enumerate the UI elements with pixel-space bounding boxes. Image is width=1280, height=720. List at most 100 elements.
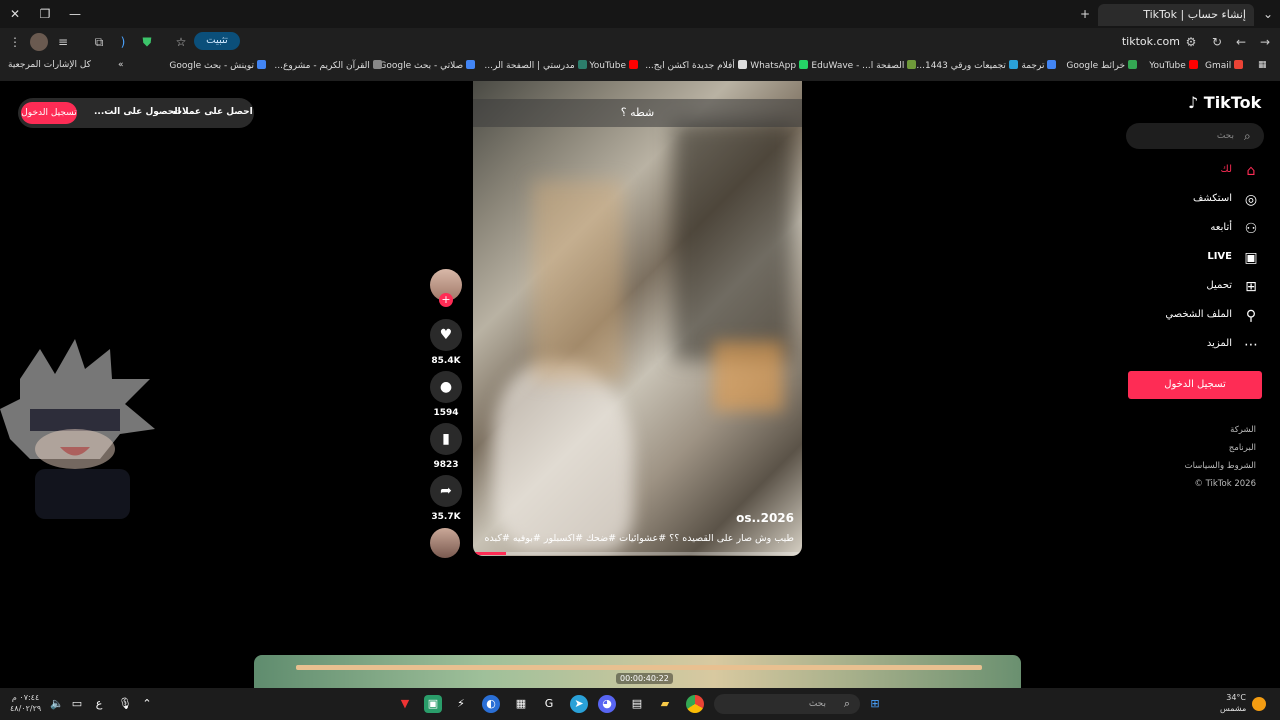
shield-icon[interactable]: ⛊: [138, 33, 156, 51]
start-icon[interactable]: ⊞: [866, 695, 884, 713]
sidebar-item-4[interactable]: ⊞ تحميل: [1130, 276, 1260, 298]
top-login-button[interactable]: تسجيل الدخول: [21, 102, 77, 124]
follow-plus-icon[interactable]: +: [439, 293, 453, 307]
forward-icon[interactable]: →: [1256, 33, 1274, 51]
sidebar-item-label: LIVE: [1207, 251, 1232, 262]
bookmark-star-icon[interactable]: ☆: [172, 33, 190, 51]
music-disc-icon[interactable]: [430, 528, 460, 558]
video-progress-bar[interactable]: [473, 552, 802, 555]
home-icon: ⌂: [1246, 163, 1256, 179]
address-bar[interactable]: tiktok.com: [1100, 35, 1180, 48]
heart-icon[interactable]: ♥: [430, 319, 462, 351]
video-progress-fill: [473, 552, 506, 555]
sidebar-item-label: استكشف: [1193, 193, 1232, 204]
minimize-window-icon[interactable]: —: [65, 4, 85, 24]
bookmark-item[interactable]: ترجمة: [1021, 60, 1057, 71]
weather-widget[interactable]: 34°C مشمس: [1220, 692, 1246, 714]
profile-avatar-icon[interactable]: [30, 33, 48, 51]
discord-icon[interactable]: ◕: [598, 695, 616, 713]
sidebar-item-2[interactable]: ⚇ أتابعه: [1130, 218, 1260, 240]
all-bookmarks[interactable]: كل الإشارات المرجعية: [8, 60, 91, 70]
menu-icon[interactable]: ⋮: [6, 33, 24, 51]
share-icon[interactable]: ➦: [430, 475, 462, 507]
system-clock[interactable]: ٠٧:٤٤ م ٤٨/٠٢/٢٩: [10, 692, 41, 714]
app-icon-3[interactable]: ⚡: [452, 695, 470, 713]
new-tab-icon[interactable]: +: [1075, 4, 1095, 24]
sidebar-item-3[interactable]: ▣ LIVE: [1130, 247, 1260, 269]
bookmark-label: توينش - بحث Google: [169, 61, 254, 71]
sidebar-item-1[interactable]: ◎ استكشف: [1130, 189, 1260, 211]
language-indicator[interactable]: ع: [90, 695, 108, 713]
sidebar-item-5[interactable]: ⚲ الملف الشخصي: [1130, 305, 1260, 327]
bookmark-item[interactable]: YouTube: [589, 60, 638, 71]
bookmark-icon[interactable]: ▮: [430, 423, 462, 455]
app-icon-4[interactable]: ◐: [482, 695, 500, 713]
search-icon[interactable]: ⌕: [1244, 129, 1251, 144]
sidebar-login-button[interactable]: تسجيل الدخول: [1128, 371, 1262, 399]
video-player[interactable]: شطه ؟ os..2026 طيب وش صار على القصيده ؟؟…: [473, 81, 802, 556]
bookmark-item[interactable]: خرائط Google: [1066, 60, 1138, 71]
apps-icon[interactable]: ▦: [1258, 60, 1267, 70]
get-coins-link[interactable]: احصل على عملات: [173, 107, 253, 117]
speaker-icon[interactable]: 🔈: [48, 695, 66, 713]
bookmark-item[interactable]: صلاتي - بحث Google: [379, 60, 476, 71]
back-icon[interactable]: ←: [1232, 33, 1250, 51]
footer-link[interactable]: الشروط والسياسات: [1185, 461, 1256, 471]
reload-icon[interactable]: ↻: [1208, 33, 1226, 51]
bookmark-item[interactable]: أفلام جديدة اكشن ايج...: [645, 60, 747, 71]
comment-action: ● 1594: [430, 371, 462, 418]
bookmark-item[interactable]: توينش - بحث Google: [169, 60, 266, 71]
bookmark-label: خرائط Google: [1066, 61, 1126, 71]
share-action: ➦ 35.7K: [430, 475, 462, 522]
get-app-link[interactable]: الحصول على الت...: [94, 107, 181, 117]
chrome-icon[interactable]: [686, 695, 704, 713]
like-action: ♥ 85.4K: [430, 319, 462, 366]
sidebar-item-0[interactable]: ⌂ لك: [1130, 160, 1260, 182]
video-author[interactable]: os..2026: [736, 511, 794, 525]
tab-tiktok[interactable]: إنشاء حساب | TikTok: [1098, 4, 1254, 26]
store-icon[interactable]: ▤: [628, 695, 646, 713]
bookmark-item[interactable]: WhatsApp: [750, 60, 809, 71]
restore-window-icon[interactable]: ❐: [35, 4, 55, 24]
bookmark-favicon-icon: [799, 60, 809, 69]
sidebar-item-label: المزيد: [1206, 338, 1232, 349]
app-icon-5[interactable]: ▦: [512, 695, 530, 713]
tray-overflow-icon[interactable]: ⌃: [138, 695, 156, 713]
app-icon-2[interactable]: ▣: [424, 695, 442, 713]
footer-link[interactable]: البرنامج: [1229, 443, 1256, 453]
install-app-button[interactable]: تثبيت: [194, 32, 240, 50]
bookmark-favicon-icon: [1008, 60, 1018, 69]
bookmark-item[interactable]: مدرستي | الصفحة الر...: [484, 60, 587, 71]
bookmark-favicon-icon: [629, 60, 638, 69]
tab-search-icon[interactable]: ⌄: [1258, 4, 1278, 24]
live-icon: ▣: [1244, 250, 1258, 266]
footer-link[interactable]: الشركة: [1230, 425, 1256, 435]
network-icon[interactable]: ▭: [68, 695, 86, 713]
clock-time: ٠٧:٤٤ م: [11, 693, 40, 702]
close-window-icon[interactable]: ✕: [5, 4, 25, 24]
cast-icon[interactable]: ): [114, 33, 132, 51]
bookmarks-overflow-icon[interactable]: »: [118, 60, 124, 70]
bookmark-item[interactable]: YouTube: [1149, 60, 1198, 71]
app-icon-1[interactable]: ▼: [396, 695, 414, 713]
bookmark-item[interactable]: Gmail: [1205, 60, 1244, 71]
bookmark-item[interactable]: الصفحة ا... - EduWave: [811, 60, 917, 71]
app-icon-6[interactable]: G: [540, 695, 558, 713]
reading-list-icon[interactable]: ≡: [54, 33, 72, 51]
file-explorer-icon[interactable]: ▰: [656, 695, 674, 713]
footer-link[interactable]: TikTok 2026 ©: [1194, 479, 1256, 489]
bookmark-item[interactable]: القرآن الكريم - مشروع...: [274, 60, 382, 71]
bookmark-item[interactable]: تجميعات ورقي 1443...: [916, 60, 1018, 71]
tab-title: إنشاء حساب | TikTok: [1143, 8, 1246, 21]
microphone-icon[interactable]: 🎙: [116, 695, 134, 713]
anime-sticker-image: [0, 339, 155, 519]
bookmark-favicon-icon: [1188, 60, 1198, 69]
extensions-icon[interactable]: ⧉: [90, 33, 108, 51]
comment-icon[interactable]: ●: [430, 371, 462, 403]
weather-temp: 34°C: [1226, 693, 1246, 702]
sidebar-item-6[interactable]: ⋯ المزيد: [1130, 334, 1260, 356]
site-settings-icon[interactable]: ⚙: [1182, 33, 1200, 51]
telegram-icon[interactable]: ➤: [570, 695, 588, 713]
bookmark-label: الصفحة ا... - EduWave: [811, 61, 905, 71]
tiktok-logo[interactable]: ♪ TikTok: [1188, 93, 1261, 112]
